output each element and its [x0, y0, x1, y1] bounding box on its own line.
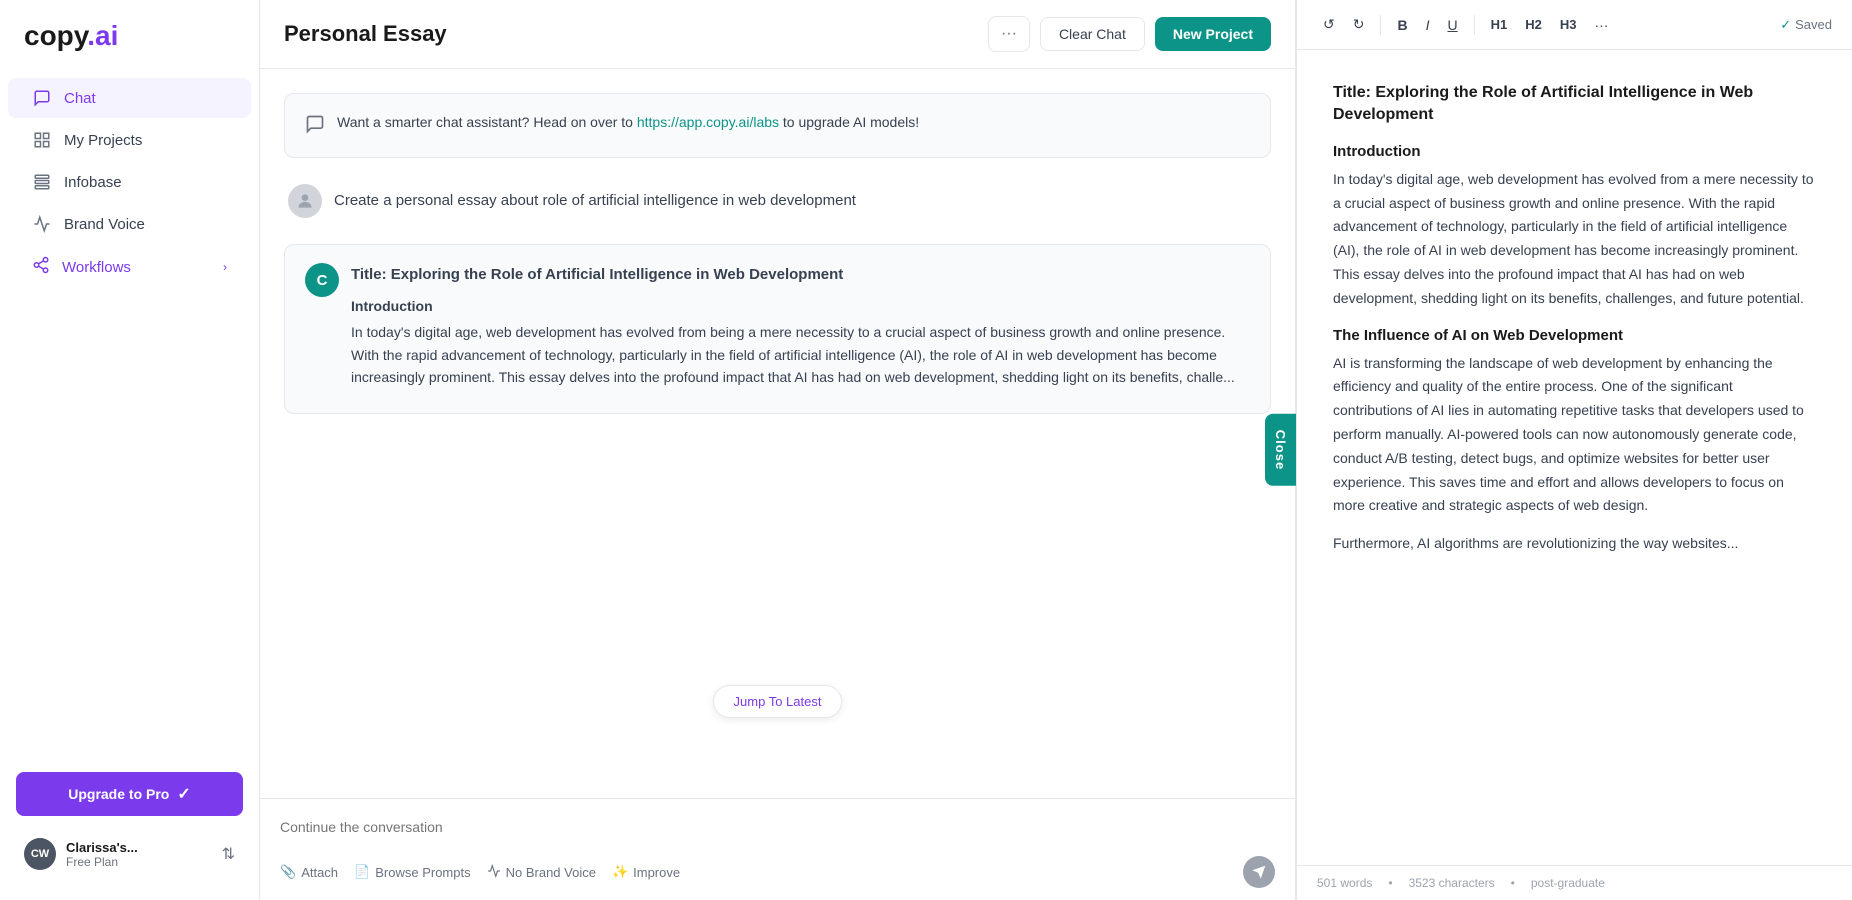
infobase-icon: [32, 172, 52, 192]
toolbar-divider-1: [1380, 15, 1381, 35]
more-options-button[interactable]: ···: [988, 16, 1030, 52]
chat-main: Personal Essay ··· Clear Chat New Projec…: [260, 0, 1296, 900]
avatar: CW: [24, 838, 56, 870]
clear-chat-button[interactable]: Clear Chat: [1040, 17, 1145, 51]
char-count: 3523 characters: [1409, 876, 1495, 890]
new-project-button[interactable]: New Project: [1155, 17, 1271, 51]
editor-section-influence: The Influence of AI on Web Development: [1333, 327, 1816, 344]
page-header: Personal Essay ··· Clear Chat New Projec…: [260, 0, 1295, 69]
more-format-button[interactable]: ···: [1588, 13, 1614, 37]
prompts-icon: 📄: [354, 864, 370, 880]
sidebar-item-brand-voice[interactable]: Brand Voice: [8, 204, 251, 244]
editor-panel: ↺ ↻ B I U H1 H2 H3 ··· ✓ Saved Title: Ex…: [1296, 0, 1852, 900]
reading-level: post-graduate: [1531, 876, 1605, 890]
editor-para-2: AI is transforming the landscape of web …: [1333, 352, 1816, 519]
no-brand-voice-button[interactable]: No Brand Voice: [487, 864, 596, 881]
brand-icon: [32, 214, 52, 234]
saved-indicator: ✓ Saved: [1780, 17, 1832, 33]
user-info: Clarissa's... Free Plan: [66, 840, 222, 869]
user-avatar-chat: [288, 184, 322, 218]
user-message-text: Create a personal essay about role of ar…: [334, 184, 856, 213]
undo-button[interactable]: ↺: [1317, 12, 1341, 37]
brand-voice-icon: [487, 864, 501, 881]
editor-para-1: In today's digital age, web development …: [1333, 168, 1816, 311]
attach-icon: 📎: [280, 864, 296, 880]
close-panel-button[interactable]: Close: [1265, 414, 1296, 486]
notice-link[interactable]: https://app.copy.ai/labs: [637, 114, 779, 130]
ai-message-content: Title: Exploring the Role of Artificial …: [351, 263, 1250, 395]
h1-button[interactable]: H1: [1485, 13, 1514, 36]
improve-icon: ✨: [612, 864, 628, 880]
sidebar-item-workflows[interactable]: Workflows ›: [8, 246, 251, 288]
editor-content[interactable]: Title: Exploring the Role of Artificial …: [1297, 50, 1852, 865]
verified-icon: ✓: [177, 784, 190, 804]
separator-2: •: [1511, 876, 1515, 890]
word-count: 501 words: [1317, 876, 1372, 890]
chat-notice: Want a smarter chat assistant? Head on o…: [284, 93, 1271, 158]
browse-prompts-button[interactable]: 📄 Browse Prompts: [354, 864, 471, 880]
check-icon: ✓: [1780, 17, 1791, 33]
sidebar-item-my-projects[interactable]: My Projects: [8, 120, 251, 160]
attach-button[interactable]: 📎 Attach: [280, 864, 338, 880]
header-actions: ··· Clear Chat New Project: [988, 16, 1271, 52]
chat-area: Want a smarter chat assistant? Head on o…: [260, 69, 1295, 798]
sidebar-nav: Chat My Projects Infobase Brand Voice Wo…: [0, 76, 259, 290]
ai-message: C Title: Exploring the Role of Artificia…: [284, 244, 1271, 414]
redo-button[interactable]: ↻: [1347, 12, 1371, 37]
editor-toolbar: ↺ ↻ B I U H1 H2 H3 ··· ✓ Saved: [1297, 0, 1852, 50]
chevron-updown-icon: ⇅: [222, 844, 235, 864]
input-actions: 📎 Attach 📄 Browse Prompts No Brand Voice…: [280, 848, 1275, 888]
upgrade-to-pro-button[interactable]: Upgrade to Pro ✓: [16, 772, 243, 816]
notice-text: Want a smarter chat assistant? Head on o…: [337, 112, 919, 133]
sidebar-item-chat[interactable]: Chat: [8, 78, 251, 118]
user-profile[interactable]: CW Clarissa's... Free Plan ⇅: [8, 828, 251, 880]
projects-icon: [32, 130, 52, 150]
logo: copy.ai: [0, 20, 259, 76]
toolbar-divider-2: [1474, 15, 1475, 35]
separator-1: •: [1388, 876, 1392, 890]
chat-input-area: 📎 Attach 📄 Browse Prompts No Brand Voice…: [260, 798, 1295, 900]
notice-icon: [305, 114, 325, 139]
editor-footer: 501 words • 3523 characters • post-gradu…: [1297, 865, 1852, 900]
sidebar-item-infobase[interactable]: Infobase: [8, 162, 251, 202]
chat-icon: [32, 88, 52, 108]
h2-button[interactable]: H2: [1519, 13, 1548, 36]
page-title: Personal Essay: [284, 21, 447, 47]
sidebar: copy.ai Chat My Projects Infobase Brand …: [0, 0, 260, 900]
editor-title: Title: Exploring the Role of Artificial …: [1333, 82, 1816, 127]
ai-avatar: C: [305, 263, 339, 297]
italic-button[interactable]: I: [1420, 13, 1436, 37]
chat-input[interactable]: [280, 811, 1275, 843]
workflows-chevron: ›: [223, 260, 227, 274]
improve-button[interactable]: ✨ Improve: [612, 864, 680, 880]
editor-section-intro: Introduction: [1333, 143, 1816, 160]
user-message: Create a personal essay about role of ar…: [284, 174, 1271, 228]
sidebar-bottom: Upgrade to Pro ✓ CW Clarissa's... Free P…: [0, 772, 259, 880]
h3-button[interactable]: H3: [1554, 13, 1583, 36]
editor-para-3: Furthermore, AI algorithms are revolutio…: [1333, 532, 1816, 556]
underline-button[interactable]: U: [1441, 13, 1463, 37]
chat-panel: Personal Essay ··· Clear Chat New Projec…: [260, 0, 1296, 900]
bold-button[interactable]: B: [1391, 13, 1413, 37]
jump-to-latest-button[interactable]: Jump To Latest: [713, 685, 843, 718]
workflows-icon: [32, 256, 50, 278]
send-button[interactable]: [1243, 856, 1275, 888]
